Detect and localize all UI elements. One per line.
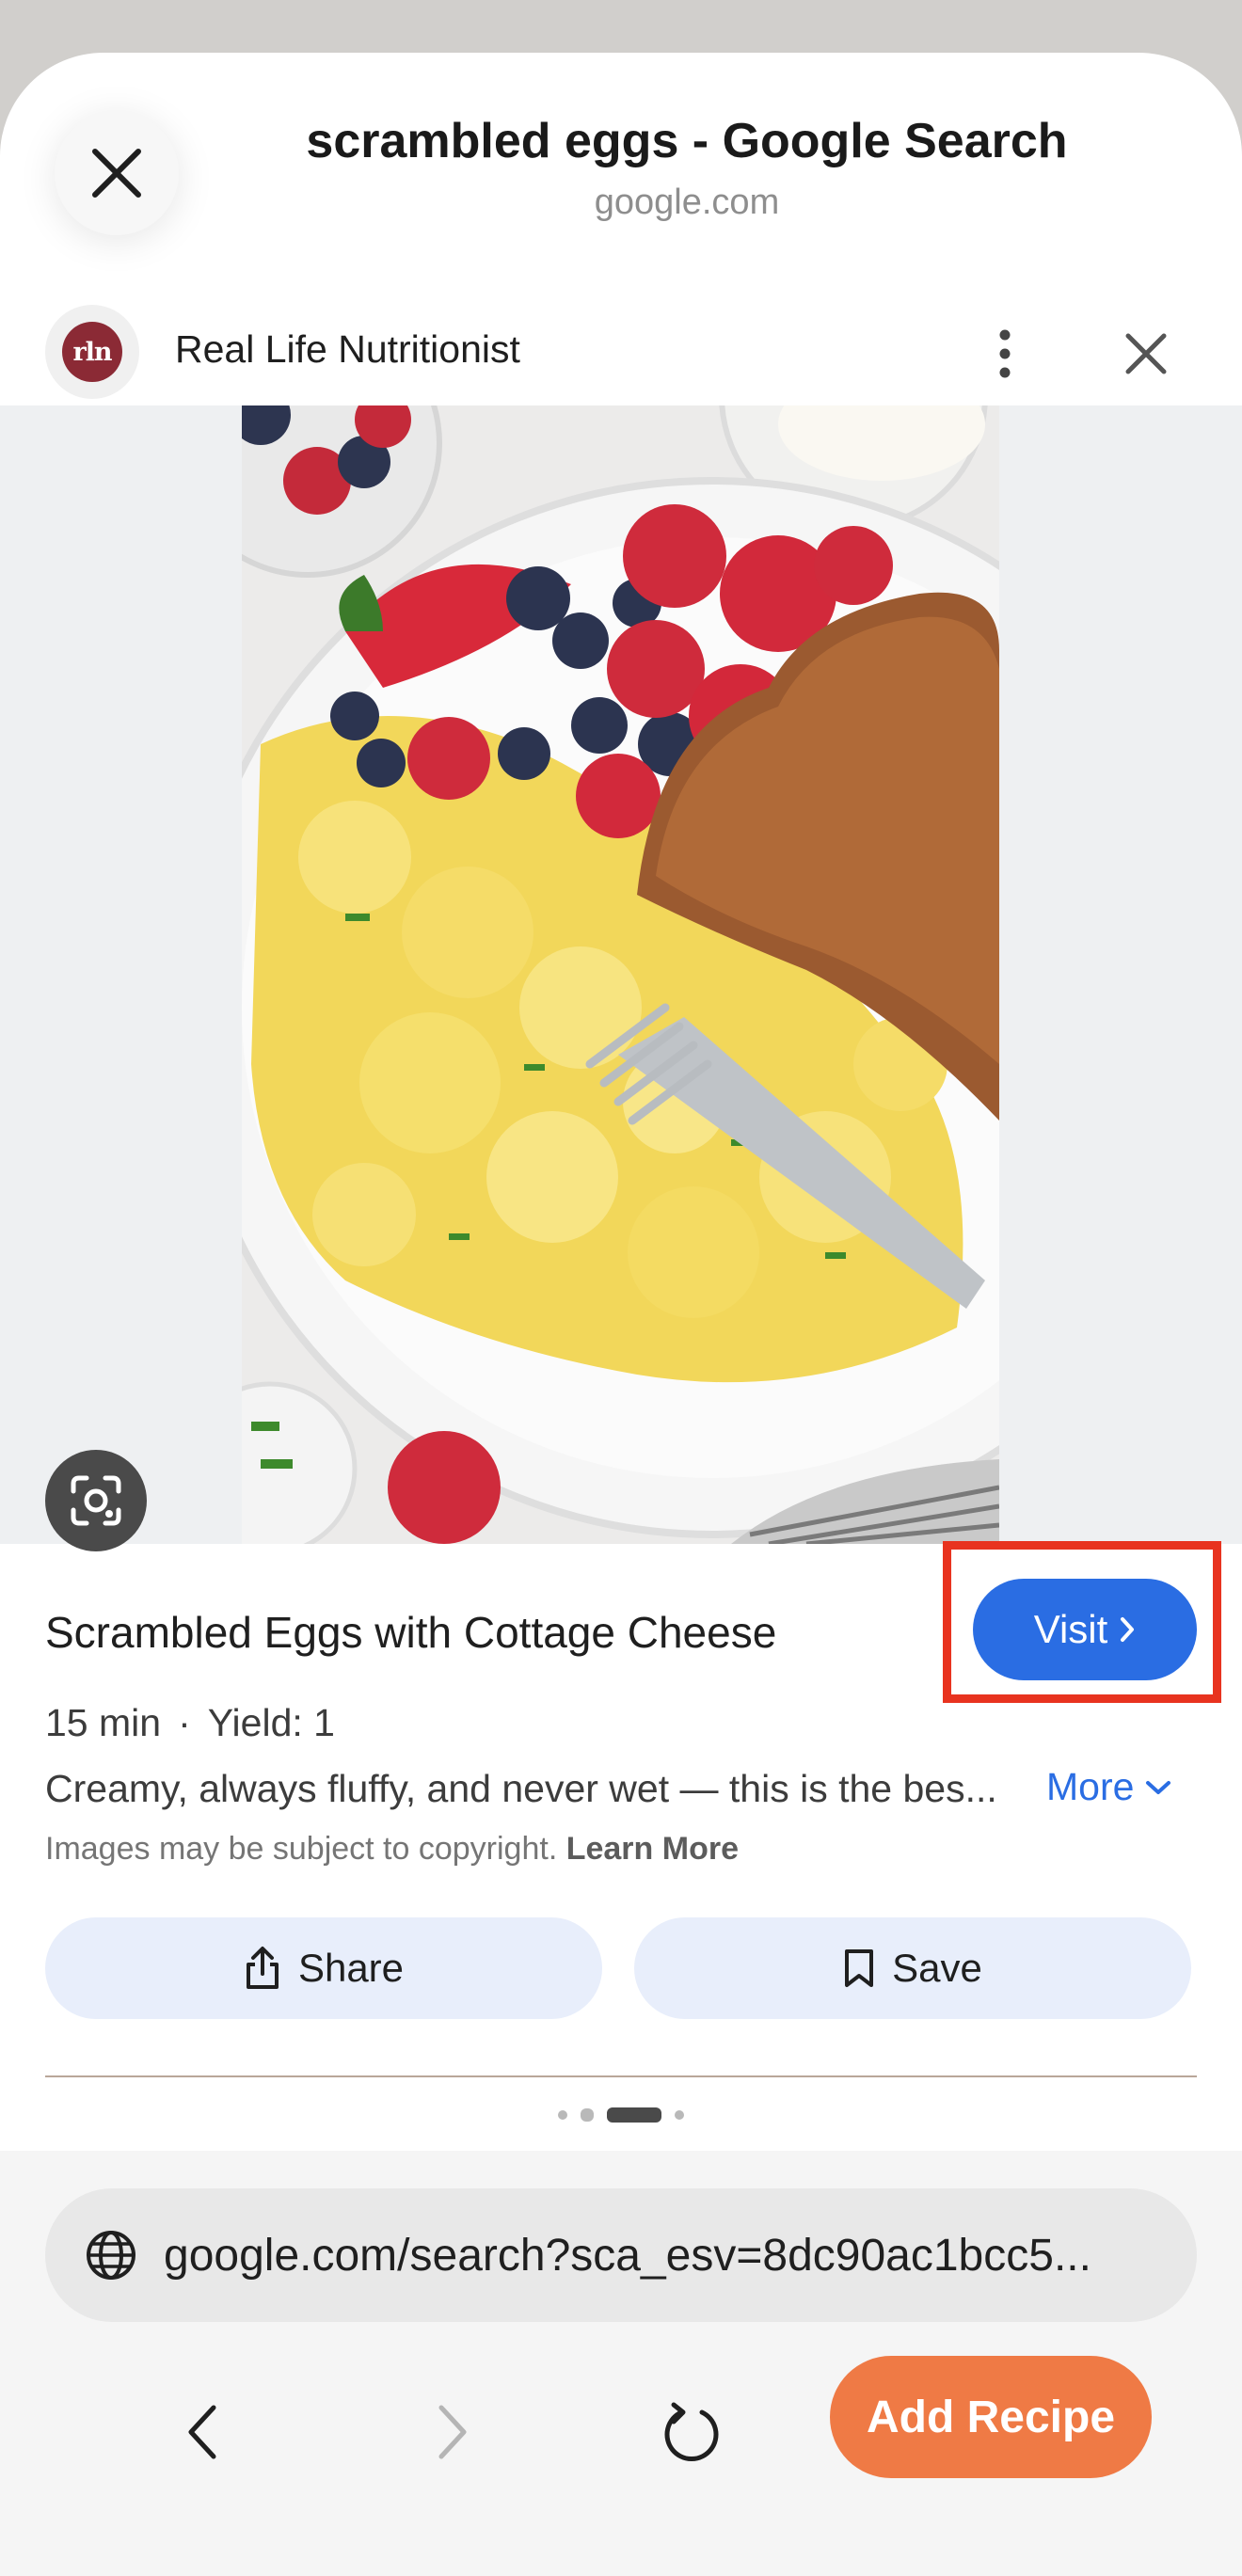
save-label: Save: [892, 1946, 982, 1990]
close-sheet-button[interactable]: [55, 111, 179, 235]
google-lens-icon: [71, 1475, 121, 1526]
page-dot: [581, 2108, 594, 2122]
source-logo[interactable]: rln: [45, 305, 139, 399]
recipe-time: 15 min: [45, 1701, 162, 1744]
meta-separator: ·: [178, 1701, 191, 1744]
chevron-right-icon: [438, 2405, 467, 2459]
scrambled-eggs-illustration: [242, 405, 999, 1544]
add-recipe-button[interactable]: Add Recipe: [830, 2356, 1152, 2478]
more-results-strip: [45, 2075, 1197, 2087]
address-bar[interactable]: google.com/search?sca_esv=8dc90ac1bcc5..…: [45, 2188, 1197, 2322]
copyright-notice: Images may be subject to copyright. Lear…: [45, 1831, 739, 1868]
page-indicator: [0, 2106, 1242, 2124]
page-dot: [675, 2110, 684, 2120]
close-icon: [92, 149, 141, 198]
url-text: google.com/search?sca_esv=8dc90ac1bcc5..…: [164, 2231, 1091, 2281]
image-viewer: [0, 405, 1242, 1551]
browser-toolbar: google.com/search?sca_esv=8dc90ac1bcc5..…: [0, 2151, 1242, 2576]
chevron-left-icon: [188, 2405, 216, 2459]
reload-button[interactable]: [649, 2390, 734, 2474]
forward-button[interactable]: [410, 2390, 495, 2474]
chevron-down-icon: [1146, 1780, 1171, 1794]
more-vert-icon: [999, 329, 1011, 378]
visit-highlight-box: [943, 1541, 1221, 1703]
browser-sheet: scrambled eggs - Google Search google.co…: [0, 53, 1242, 2576]
page-domain: google.com: [594, 183, 780, 222]
copyright-text: Images may be subject to copyright.: [45, 1831, 558, 1867]
recipe-meta: 15 min · Yield: 1: [45, 1701, 335, 1745]
reload-icon: [664, 2402, 719, 2462]
recipe-description: Creamy, always fluffy, and never wet — t…: [45, 1767, 997, 1810]
page-dot: [558, 2110, 567, 2120]
share-label: Share: [297, 1946, 405, 1990]
share-button[interactable]: Share: [45, 1917, 602, 2019]
google-lens-button[interactable]: [45, 1450, 147, 1551]
close-panel-button[interactable]: [1108, 316, 1184, 391]
learn-more-link[interactable]: Learn More: [566, 1831, 739, 1867]
bookmark-icon: [845, 1949, 874, 1987]
more-button[interactable]: More: [1046, 1765, 1171, 1809]
more-options-button[interactable]: [979, 316, 1031, 391]
globe-icon: [87, 2231, 135, 2280]
share-icon: [246, 1947, 279, 1989]
back-button[interactable]: [160, 2390, 245, 2474]
recipe-yield: Yield: 1: [207, 1701, 335, 1744]
recipe-title: Scrambled Eggs with Cottage Cheese: [45, 1608, 777, 1657]
page-title: scrambled eggs - Google Search: [306, 114, 1068, 168]
source-logo-text: rln: [62, 322, 122, 382]
page-dot-active: [607, 2107, 661, 2123]
save-button[interactable]: Save: [634, 1917, 1191, 2019]
more-label: More: [1046, 1765, 1135, 1808]
source-header: rln Real Life Nutritionist: [0, 278, 1242, 421]
source-name[interactable]: Real Life Nutritionist: [175, 327, 520, 372]
recipe-photo[interactable]: [242, 405, 999, 1544]
close-icon: [1125, 333, 1167, 374]
